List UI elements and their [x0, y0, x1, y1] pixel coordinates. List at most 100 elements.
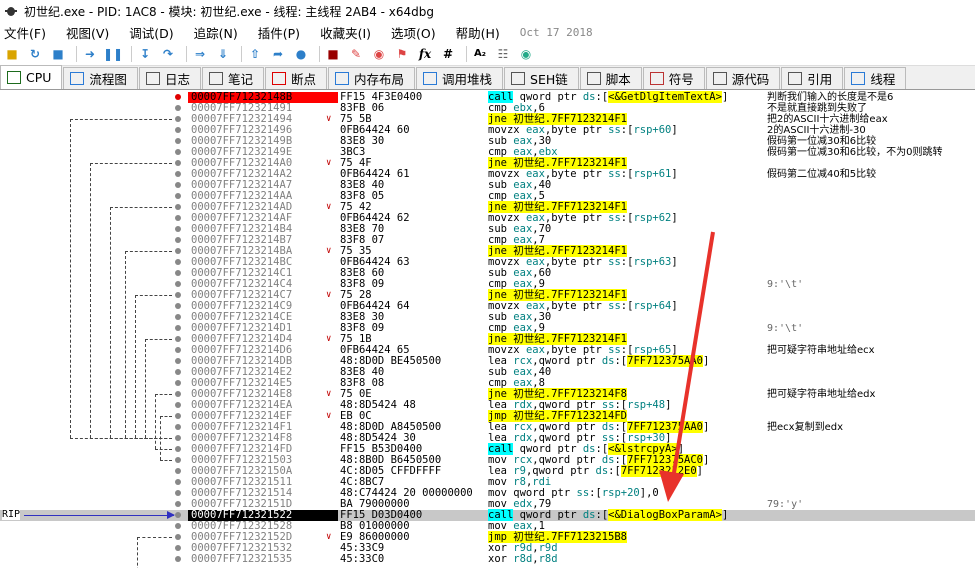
step-into-icon[interactable]: ↧	[136, 45, 154, 63]
trace-over-icon[interactable]: ⇓	[214, 45, 232, 63]
breakpoint-dot[interactable]	[175, 457, 181, 463]
tab-8[interactable]: 脚本	[579, 67, 642, 89]
breakpoint-dot[interactable]	[175, 402, 181, 408]
tab-0[interactable]: CPU	[0, 65, 63, 89]
tab-6[interactable]: 调用堆栈	[416, 67, 504, 89]
breakpoint-dot[interactable]	[175, 105, 181, 111]
tab-label: 调用堆栈	[442, 72, 493, 87]
breakpoint-dot[interactable]	[175, 94, 181, 100]
patch-icon[interactable]: ✎	[347, 45, 365, 63]
breakpoint-dot[interactable]	[175, 138, 181, 144]
menu-bar: 文件(F) 视图(V) 调试(D) 追踪(N) 插件(P) 收藏夹(I) 选项(O) 帮助(H…	[0, 22, 975, 42]
breakpoint-dot[interactable]	[175, 479, 181, 485]
breakpoint-dot[interactable]	[175, 127, 181, 133]
breakpoint-dot[interactable]	[175, 369, 181, 375]
label-icon[interactable]: ⚑	[393, 45, 411, 63]
breakpoint-dot[interactable]	[175, 226, 181, 232]
menu-item-4[interactable]: 插件(P)	[258, 23, 300, 42]
breakpoint-dot[interactable]	[175, 413, 181, 419]
instruction-token: ,byte ptr	[544, 300, 609, 312]
tab-7[interactable]: SEH链	[504, 67, 579, 89]
globe-icon[interactable]: ◉	[517, 45, 535, 63]
breakpoint-dot[interactable]	[175, 545, 181, 551]
menu-item-0[interactable]: 文件(F)	[4, 23, 46, 42]
breakpoint-dot[interactable]	[175, 358, 181, 364]
breakpoint-dot[interactable]	[175, 435, 181, 441]
breakpoint-dot[interactable]	[175, 237, 181, 243]
breakpoint-dot[interactable]	[175, 248, 181, 254]
breakpoint-dot[interactable]	[175, 336, 181, 342]
restart-icon[interactable]: ↻	[26, 45, 44, 63]
tab-2[interactable]: 日志	[138, 67, 201, 89]
function-icon[interactable]: fx	[416, 45, 434, 63]
tab-3[interactable]: 笔记	[201, 67, 264, 89]
breakpoint-dot[interactable]	[175, 512, 181, 518]
breakpoint-dot[interactable]	[175, 182, 181, 188]
breakpoint-dot[interactable]	[175, 556, 181, 562]
jump-graph-branch	[70, 119, 172, 120]
open-icon[interactable]: ■	[3, 45, 21, 63]
jump-graph-branch	[110, 207, 172, 208]
run-to-user-code-icon[interactable]: ➦	[269, 45, 287, 63]
breakpoint-dot[interactable]	[175, 347, 181, 353]
menu-item-5[interactable]: 收藏夹(I)	[320, 23, 371, 42]
comment: 把可疑字符串地址给edx	[767, 389, 876, 400]
comment-icon[interactable]: ◉	[370, 45, 388, 63]
tab-label: 流程图	[89, 72, 127, 87]
breakpoint-dot[interactable]	[175, 281, 181, 287]
menu-item-1[interactable]: 视图(V)	[66, 23, 109, 42]
instruction-token: :[	[608, 465, 621, 477]
menu-item-2[interactable]: 调试(D)	[129, 23, 173, 42]
breakpoint-dot[interactable]	[175, 215, 181, 221]
tab-11[interactable]: 引用	[781, 67, 844, 89]
breakpoint-dot[interactable]	[175, 171, 181, 177]
run-icon[interactable]: ➜	[81, 45, 99, 63]
breakpoint-dot[interactable]	[175, 424, 181, 430]
trace-into-icon[interactable]: ⇒	[191, 45, 209, 63]
tab-10[interactable]: 源代码	[705, 67, 781, 89]
breakpoint-dot[interactable]	[175, 116, 181, 122]
strings-icon[interactable]: ☷	[494, 45, 512, 63]
jump-graph-line	[110, 207, 111, 438]
breakpoint-dot[interactable]	[175, 446, 181, 452]
breakpoint-dot[interactable]	[175, 259, 181, 265]
instruction-token: <&GetDlgItemTextA>	[608, 91, 722, 103]
breakpoint-dot[interactable]	[175, 292, 181, 298]
tab-12[interactable]: 线程	[844, 67, 907, 89]
close-icon[interactable]: ■	[49, 45, 67, 63]
breakpoint-dot[interactable]	[175, 193, 181, 199]
tab-9[interactable]: 符号	[642, 67, 705, 89]
cpu-disassembly-view[interactable]: 00007FF71232148B FF15 4F3E0400 call qword …	[0, 90, 975, 568]
breakpoint-dot[interactable]	[175, 391, 181, 397]
breakpoint-dot[interactable]	[175, 501, 181, 507]
instruction-token: rsp+64	[633, 300, 672, 312]
breakpoint-dot[interactable]	[175, 149, 181, 155]
breakpoint-dot[interactable]	[175, 523, 181, 529]
scylla-icon[interactable]: ■	[324, 45, 342, 63]
breakpoint-dot[interactable]	[175, 534, 181, 540]
menu-item-7[interactable]: 帮助(H)	[456, 23, 500, 42]
menu-item-6[interactable]: 选项(O)	[391, 23, 436, 42]
disasm-row[interactable]: 00007FF712321535 45:33C0 xor r8d,r8d	[0, 554, 975, 565]
menu-item-3[interactable]: 追踪(N)	[194, 23, 238, 42]
step-over-icon[interactable]: ↷	[159, 45, 177, 63]
breakpoint-dot[interactable]	[175, 325, 181, 331]
breakpoint-dot[interactable]	[175, 490, 181, 496]
breakpoint-dot[interactable]	[175, 204, 181, 210]
execute-till-return-icon[interactable]: ⇧	[246, 45, 264, 63]
breakpoint-dot[interactable]	[175, 468, 181, 474]
instruction-token: ]	[696, 465, 703, 477]
tab-label: 引用	[807, 72, 833, 87]
hash-icon[interactable]: #	[439, 45, 457, 63]
font-icon[interactable]: A₂	[471, 45, 489, 63]
breakpoint-dot[interactable]	[175, 303, 181, 309]
user-icon[interactable]: ●	[292, 45, 310, 63]
tab-1[interactable]: 流程图	[63, 67, 138, 89]
breakpoint-dot[interactable]	[175, 314, 181, 320]
pause-icon[interactable]: ❚❚	[103, 45, 123, 63]
tab-4[interactable]: 断点	[264, 67, 327, 89]
breakpoint-dot[interactable]	[175, 380, 181, 386]
tab-5[interactable]: 内存布局	[327, 67, 415, 89]
breakpoint-dot[interactable]	[175, 160, 181, 166]
breakpoint-dot[interactable]	[175, 270, 181, 276]
